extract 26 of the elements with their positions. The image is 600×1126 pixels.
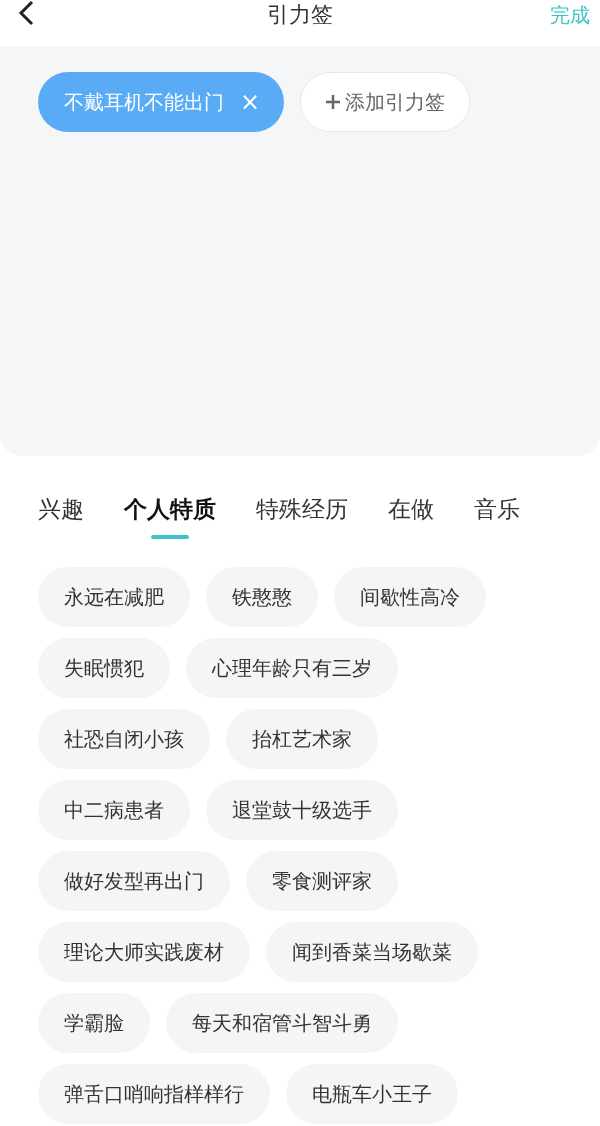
category-tab[interactable]: 在做 <box>388 492 434 539</box>
category-tab[interactable]: 音乐 <box>474 492 520 539</box>
tag-chip[interactable]: 永远在减肥 <box>38 566 190 627</box>
tag-chip[interactable]: 学霸脸 <box>38 992 150 1053</box>
tag-chip[interactable]: 零食测评家 <box>246 850 398 911</box>
tag-chip[interactable]: 电瓶车小王子 <box>286 1063 458 1124</box>
tag-chip[interactable]: 失眠惯犯 <box>38 637 170 698</box>
tag-chip[interactable]: 弹舌口哨响指样样行 <box>38 1063 270 1124</box>
tag-chip[interactable]: 中二病患者 <box>38 779 190 840</box>
tag-chip[interactable]: 每天和宿管斗智斗勇 <box>166 992 398 1053</box>
tag-chip[interactable]: 闻到香菜当场歇菜 <box>266 921 478 982</box>
add-tag-button[interactable]: 添加引力签 <box>300 72 471 132</box>
category-tab[interactable]: 个人特质 <box>124 492 216 539</box>
tag-chip[interactable]: 理论大师实践废材 <box>38 921 250 982</box>
tag-chip[interactable]: 退堂鼓十级选手 <box>206 779 398 840</box>
tag-chip[interactable]: 做好发型再出门 <box>38 850 230 911</box>
page-title: 引力签 <box>267 1 333 29</box>
tag-chip[interactable]: 心理年龄只有三岁 <box>186 637 398 698</box>
tag-chip[interactable]: 抬杠艺术家 <box>226 708 378 769</box>
back-icon[interactable] <box>18 0 34 26</box>
tag-chip[interactable]: 间歇性高冷 <box>334 566 486 627</box>
category-tab[interactable]: 兴趣 <box>38 492 84 539</box>
tag-chip[interactable]: 铁憨憨 <box>206 566 318 627</box>
plus-icon <box>325 94 342 110</box>
category-tab[interactable]: 特殊经历 <box>256 492 348 539</box>
tag-chip[interactable]: 社恐自闭小孩 <box>38 708 210 769</box>
